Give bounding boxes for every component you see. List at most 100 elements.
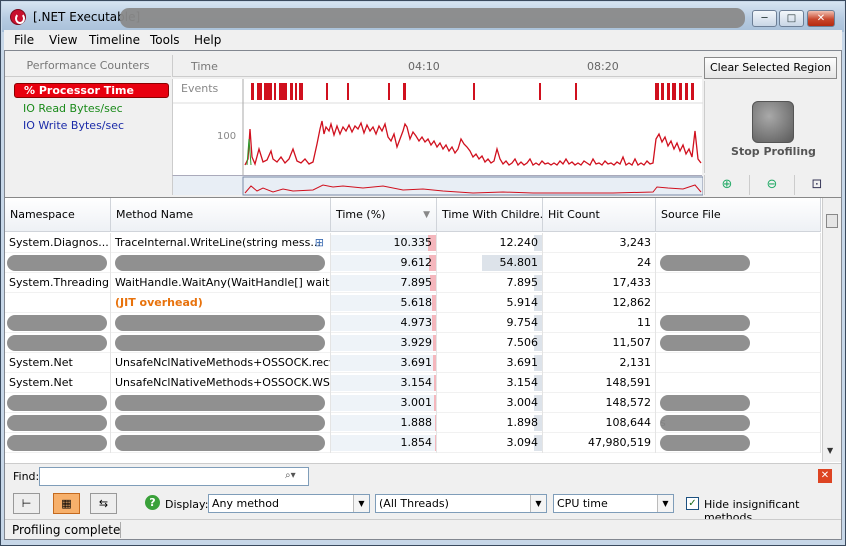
menu-tools[interactable]: Tools — [150, 33, 180, 47]
cell-hit-count: 148,591 — [543, 373, 656, 393]
stop-profiling-button[interactable] — [752, 101, 794, 143]
search-icon[interactable]: ⌕▾ — [285, 470, 296, 481]
title-bar: [.NET Executable] ─ □ ✕ — [2, 2, 844, 32]
col-source-file[interactable]: Source File — [656, 198, 821, 232]
cell-time-pct-text: 1.854 — [400, 436, 433, 449]
counter-io-read[interactable]: IO Read Bytes/sec — [23, 102, 123, 115]
table-row[interactable]: System.Net UnsafeNclNativeMethods+OSSOCK.… — [5, 353, 821, 373]
cell-hit-count: 11 — [543, 313, 656, 333]
cell-hit-count: 11,507 — [543, 333, 656, 353]
cell-hit-count-text: 12,862 — [612, 296, 652, 309]
redacted-method — [115, 255, 325, 271]
menu-help[interactable]: Help — [194, 33, 221, 47]
cell-time-children-text: 3.154 — [506, 376, 539, 389]
app-logo-icon — [10, 9, 26, 25]
status-text: Profiling complete — [12, 523, 121, 537]
cell-hit-count: 17,433 — [543, 273, 656, 293]
scroll-down-icon[interactable]: ▼ — [827, 446, 833, 455]
menu-file[interactable]: File — [14, 33, 34, 47]
stop-profiling-panel: Stop Profiling — [704, 81, 841, 173]
cell-method-text: UnsafeNclNativeMethods+OSSOCK.WSA... — [115, 376, 331, 389]
help-icon[interactable]: ? — [145, 495, 160, 510]
table-row[interactable]: System.Diagnos... TraceInternal.WriteLine… — [5, 233, 821, 253]
zoom-fit-icon[interactable]: ⊡ — [794, 175, 839, 195]
source-link-icon[interactable]: ⊞ — [315, 233, 324, 253]
find-bar: Find: ⌕▾ ✕ — [5, 463, 841, 489]
col-time-children[interactable]: Time With Childre... — [437, 198, 543, 232]
cell-namespace-text: System.Threading — [9, 276, 109, 289]
table-row[interactable]: 4.973 9.754 11 — [5, 313, 821, 333]
methods-grid-view-icon[interactable]: ▦ — [53, 493, 80, 514]
timeline-graph[interactable]: Events 100 — [172, 79, 703, 175]
redacted-source — [660, 315, 750, 331]
close-find-icon[interactable]: ✕ — [818, 469, 832, 483]
cell-time-pct: 3.691 — [331, 353, 437, 373]
redacted-source — [660, 335, 750, 351]
cell-time-pct: 3.154 — [331, 373, 437, 393]
cell-time-pct-text: 10.335 — [393, 236, 433, 249]
maximize-button[interactable]: □ — [779, 10, 804, 27]
zoom-in-icon[interactable]: ⊕ — [704, 175, 749, 195]
table-row[interactable]: 1.8881.898108,644s — [5, 413, 821, 433]
call-graph-view-icon[interactable]: ⇆ — [90, 493, 117, 514]
app-window: [.NET Executable] ─ □ ✕ File View Timeli… — [0, 0, 846, 546]
call-tree-view-icon[interactable]: ⊢ — [13, 493, 40, 514]
table-row[interactable]: 1.854 3.094 47,980,519 — [5, 433, 821, 453]
cell-time-pct: 3.929 — [331, 333, 437, 353]
find-input[interactable] — [39, 467, 309, 486]
redacted-path — [120, 8, 745, 28]
menu-timeline[interactable]: Timeline — [89, 33, 140, 47]
redacted-method — [115, 395, 325, 411]
cell-method-text: (JIT overhead) — [115, 296, 203, 309]
time-bar — [433, 335, 436, 351]
redacted-source — [660, 435, 750, 451]
menu-view[interactable]: View — [49, 33, 77, 47]
scroll-thumb[interactable] — [826, 214, 838, 228]
cell-hit-count: 108,644 — [543, 413, 656, 433]
stop-profiling-label[interactable]: Stop Profiling — [705, 145, 842, 158]
cell-time-children-text: 3.691 — [506, 356, 539, 369]
table-row[interactable]: (JIT overhead) 5.618 5.914 12,862 — [5, 293, 821, 313]
cell-time-children: 7.895 — [437, 273, 543, 293]
cell-time-pct-text: 4.973 — [400, 316, 433, 329]
table-row[interactable]: System.Threading WaitHandle.WaitAny(WaitH… — [5, 273, 821, 293]
cell-time-pct: 1.888 — [331, 413, 437, 433]
cell-method: UnsafeNclNativeMethods+OSSOCK.recv... — [111, 353, 331, 373]
cell-time-children-text: 3.094 — [506, 436, 539, 449]
overview-chart — [242, 176, 703, 196]
counter-processor-time[interactable]: % Processor Time — [14, 83, 169, 98]
minimize-button[interactable]: ─ — [752, 10, 777, 27]
col-method-name[interactable]: Method Name — [111, 198, 331, 232]
cell-time-children: 3.004 — [437, 393, 543, 413]
counter-io-write[interactable]: IO Write Bytes/sec — [23, 119, 124, 132]
redacted-source — [660, 255, 750, 271]
table-row[interactable]: 9.612 54.801 24 — [5, 253, 821, 273]
cell-time-children-text: 12.240 — [499, 236, 539, 249]
method-filter-select[interactable]: Any method ▼ — [208, 494, 370, 513]
col-hit-count[interactable]: Hit Count — [543, 198, 656, 232]
timeline-overview[interactable] — [172, 175, 703, 196]
cell-time-pct-text: 5.618 — [400, 296, 433, 309]
grid-scrollbar[interactable]: ▼ — [822, 198, 841, 462]
table-row[interactable]: 3.001 3.004 148,572 — [5, 393, 821, 413]
cell-hit-count-text: 108,644 — [605, 416, 652, 429]
col-time-pct[interactable]: Time (%) ▼ — [331, 198, 437, 232]
redacted-source — [660, 395, 750, 411]
time-label: Time — [191, 60, 218, 73]
time-mode-select[interactable]: CPU time ▼ — [553, 494, 674, 513]
zoom-out-icon[interactable]: ⊖ — [749, 175, 794, 195]
event-markers — [251, 83, 694, 100]
col-namespace[interactable]: Namespace — [5, 198, 111, 232]
table-row[interactable]: 3.929 7.506 11,507 — [5, 333, 821, 353]
display-label: Display: — [165, 498, 209, 511]
performance-counters-header: Performance Counters — [5, 55, 171, 77]
close-button[interactable]: ✕ — [807, 10, 835, 27]
clear-selected-region-button[interactable]: Clear Selected Region — [704, 57, 837, 79]
cell-method: TraceInternal.WriteLine(string mess... ⊞ — [111, 233, 331, 253]
cell-hit-count-text: 11 — [637, 316, 651, 329]
table-row[interactable]: System.Net UnsafeNclNativeMethods+OSSOCK.… — [5, 373, 821, 393]
redacted-namespace — [7, 395, 107, 411]
thread-filter-select[interactable]: (All Threads) ▼ — [375, 494, 547, 513]
chevron-down-icon: ▼ — [353, 495, 369, 512]
hide-insignificant-checkbox[interactable]: ✓ — [686, 497, 699, 510]
